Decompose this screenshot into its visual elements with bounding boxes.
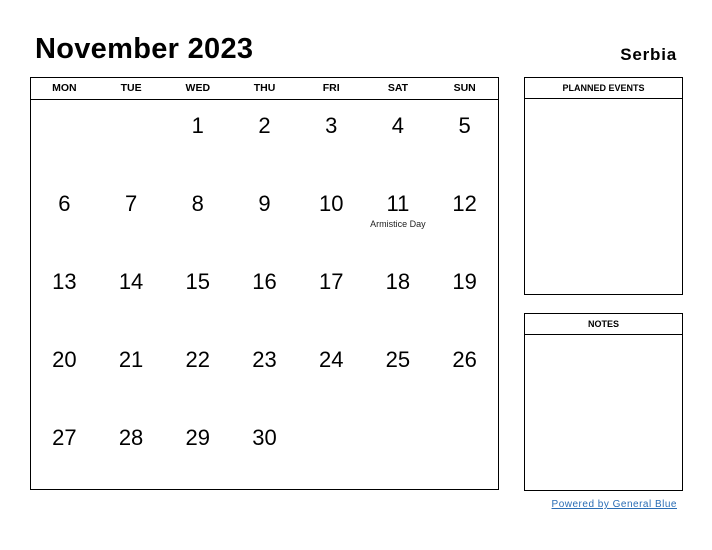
day-number: 8 [191,191,204,216]
day-cell: 15 [164,256,231,334]
day-number: 3 [325,113,338,138]
day-cell: 28 [98,412,165,490]
day-number: 1 [191,113,204,138]
day-number: 17 [318,269,344,294]
day-number: 21 [118,347,144,372]
day-number: 12 [452,191,477,216]
day-number: 29 [185,425,211,450]
day-cell: 12 [431,178,498,256]
day-cell: 21 [98,334,165,412]
day-number: 24 [318,347,344,372]
day-cell: 6 [31,178,98,256]
weekday-fri: FRI [322,82,340,94]
planned-events-heading: PLANNED EVENTS [525,78,682,99]
day-cell: 3 [298,100,365,178]
day-cell: 17 [298,256,365,334]
day-number: 26 [452,347,477,372]
day-cell: 1 [164,100,231,178]
weekday-header: MON TUE WED THU FRI SAT SUN [31,78,498,100]
day-cell [365,412,432,490]
weekday-sun: SUN [453,82,476,94]
weekday-mon: MON [52,82,77,94]
day-number: 11 [386,191,410,216]
day-cell: 23 [231,334,298,412]
day-cell: 18 [365,256,432,334]
notes-heading: NOTES [525,314,682,335]
day-cells: 1 2 3 4 5 6 7 8 9 10 11 Armistice Day 12 13 14 15 16 17 18… [31,100,498,490]
day-cell: 24 [298,334,365,412]
day-cell: 5 [431,100,498,178]
weekday-sat: SAT [387,82,409,94]
page-title: November 2023 [35,33,254,65]
calendar-grid: MON TUE WED THU FRI SAT SUN 1 2 3 4 5 6 7 8 9 10 1… [30,77,499,490]
day-number: 25 [385,347,411,372]
day-number: 30 [252,425,277,450]
day-cell: 13 [31,256,98,334]
notes-panel: NOTES [524,313,683,491]
day-cell: 10 [298,178,365,256]
day-cell: 26 [431,334,498,412]
weekday-tue: TUE [120,82,142,94]
day-cell: 2 [231,100,298,178]
holiday-label: Armistice Day [370,219,426,229]
day-number: 22 [185,347,211,372]
day-number: 13 [52,269,77,294]
day-cell: 4 [365,100,432,178]
country-label: Serbia [620,45,677,64]
day-number: 5 [458,113,471,138]
weekday-wed: WED [185,82,211,94]
planned-events-panel: PLANNED EVENTS [524,77,683,295]
day-number: 15 [185,269,211,294]
day-cell: 27 [31,412,98,490]
day-cell: 29 [164,412,231,490]
day-cell [98,100,165,178]
day-number: 18 [385,269,411,294]
day-cell: 20 [31,334,98,412]
day-number: 6 [58,191,71,216]
day-cell [31,100,98,178]
day-cell: 22 [164,334,231,412]
day-number: 2 [258,113,271,138]
day-cell: 9 [231,178,298,256]
day-cell: 14 [98,256,165,334]
day-cell: 25 [365,334,432,412]
day-cell: 30 [231,412,298,490]
day-cell: 19 [431,256,498,334]
day-number: 14 [118,269,144,294]
day-number: 27 [52,425,77,450]
day-number: 9 [258,191,271,216]
day-number: 28 [118,425,144,450]
day-cell: 7 [98,178,165,256]
day-number: 10 [318,191,344,216]
day-number: 20 [52,347,77,372]
day-cell: 16 [231,256,298,334]
day-cell [431,412,498,490]
powered-by-link[interactable]: Powered by General Blue [552,499,677,510]
weekday-thu: THU [253,82,276,94]
day-cell: 8 [164,178,231,256]
day-number: 16 [252,269,277,294]
day-number: 23 [252,347,277,372]
day-cell [298,412,365,490]
day-number: 4 [391,113,405,138]
day-cell: 11 Armistice Day [365,178,432,256]
day-number: 19 [452,269,477,294]
day-number: 7 [124,191,138,216]
